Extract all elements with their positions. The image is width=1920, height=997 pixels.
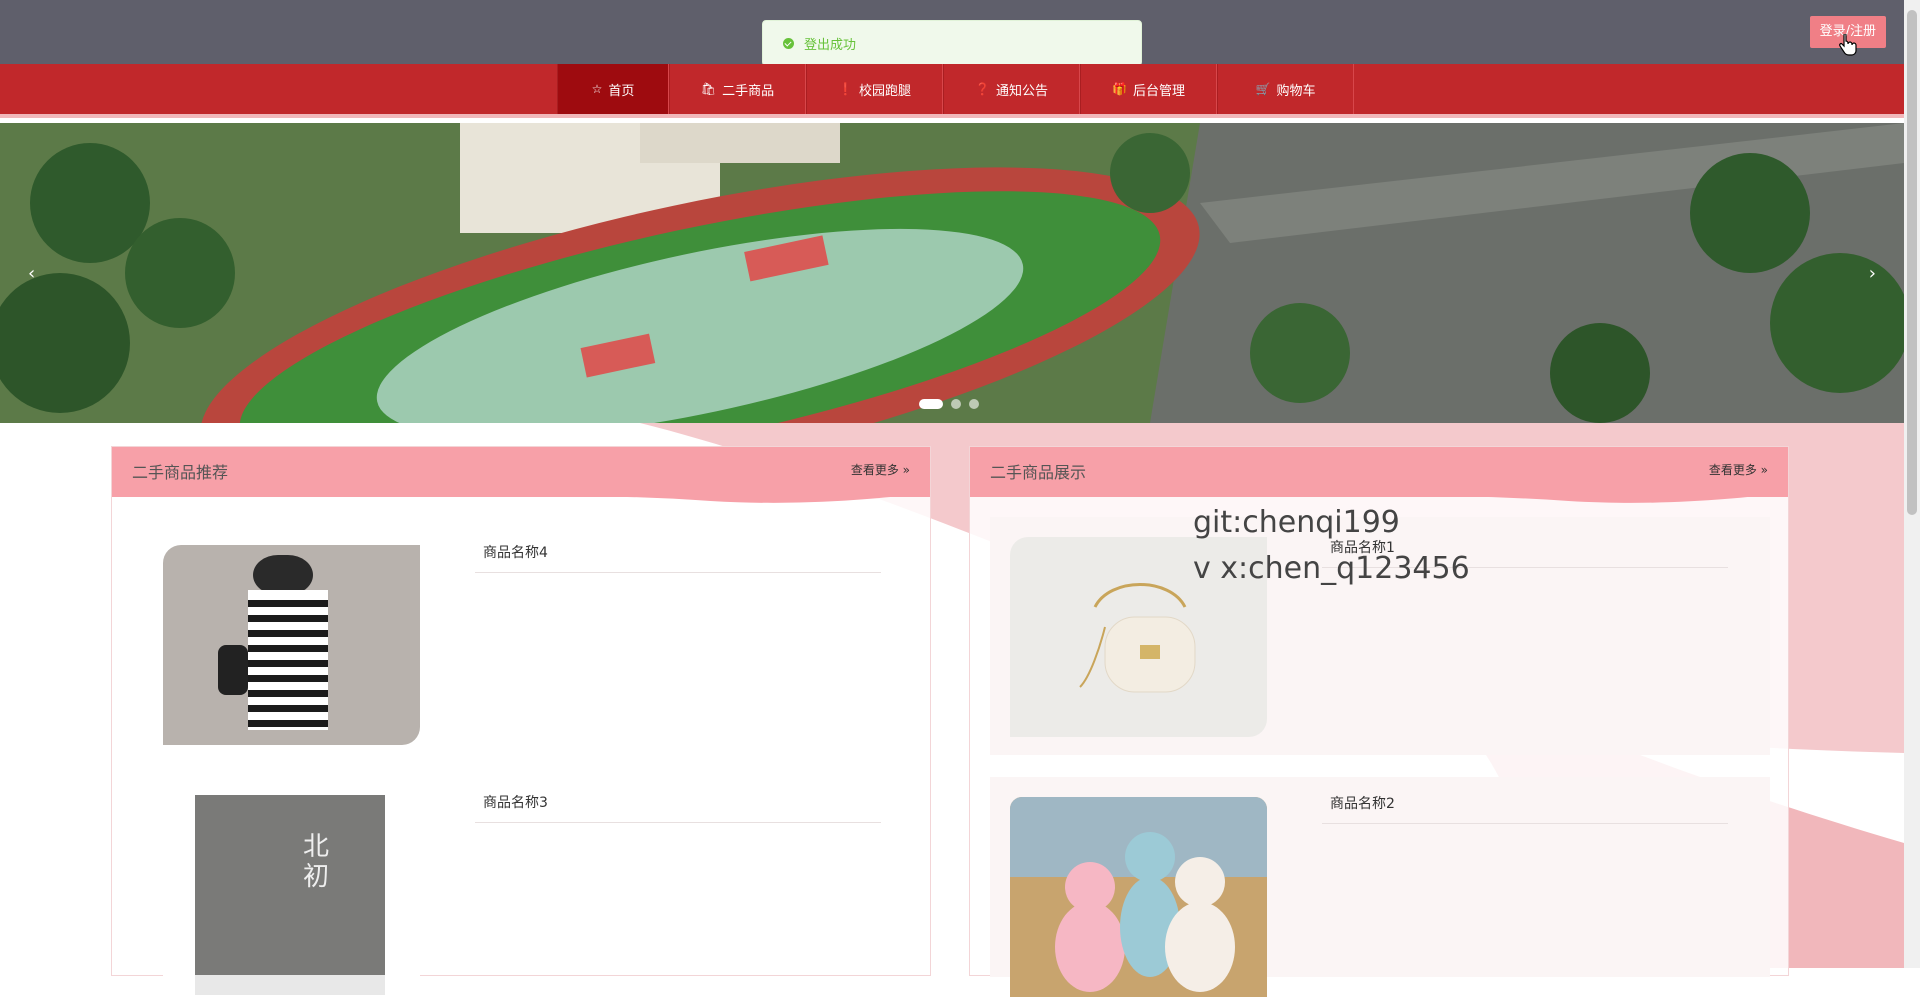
carousel-dot[interactable] bbox=[969, 399, 979, 409]
gift-icon: 🎁 bbox=[1112, 82, 1127, 96]
nav-label: 二手商品 bbox=[722, 83, 775, 99]
panel-header: 二手商品展示 查看更多 » bbox=[970, 447, 1788, 503]
nav-label: 购物车 bbox=[1276, 83, 1316, 99]
nav-label: 首页 bbox=[608, 83, 635, 99]
svg-text:北: 北 bbox=[303, 832, 329, 862]
panel-title: 二手商品推荐 bbox=[132, 463, 229, 482]
product-image[interactable] bbox=[1010, 797, 1267, 997]
bag-icon: 🛍 bbox=[700, 82, 717, 96]
nav-item-cart[interactable]: 🛒 购物车 bbox=[1217, 64, 1354, 114]
toast-text: 登出成功 bbox=[804, 37, 857, 53]
banner-carousel[interactable]: ‹ › bbox=[0, 123, 1904, 423]
star-icon: ☆ bbox=[591, 82, 603, 96]
panel-header: 二手商品推荐 查看更多 » bbox=[112, 447, 930, 503]
nav-item-secondhand[interactable]: 🛍 二手商品 bbox=[669, 64, 806, 114]
question-icon: ❓ bbox=[975, 82, 990, 96]
success-icon bbox=[783, 37, 794, 49]
watermark-line: git:chenqi199 bbox=[1193, 505, 1400, 540]
panel-title: 二手商品展示 bbox=[990, 463, 1087, 482]
nav-label: 通知公告 bbox=[995, 83, 1048, 99]
watermark-text: git:chenqi199 v x:chen_q123456 bbox=[1193, 500, 1470, 592]
toast-message: 登出成功 bbox=[762, 20, 1142, 66]
banner-image bbox=[0, 123, 1904, 423]
svg-text:初: 初 bbox=[303, 862, 329, 892]
exclamation-icon: ❗ bbox=[838, 82, 853, 96]
carousel-dot[interactable] bbox=[951, 399, 961, 409]
nav-label: 校园跑腿 bbox=[858, 83, 911, 99]
product-name[interactable]: 商品名称4 bbox=[475, 534, 881, 573]
view-more-link[interactable]: 查看更多 » bbox=[851, 461, 910, 478]
nav-menu: ☆ 首页 🛍 二手商品 ❗ 校园跑腿 ❓ 通知公告 🎁 后台管理 🛒 购物车 bbox=[557, 64, 1354, 114]
carousel-indicators bbox=[919, 399, 979, 409]
product-image[interactable] bbox=[163, 545, 420, 745]
nav-label: 后台管理 bbox=[1132, 83, 1185, 99]
watermark-line: v x:chen_q123456 bbox=[1193, 551, 1470, 586]
product-name[interactable]: 商品名称2 bbox=[1322, 785, 1728, 824]
carousel-dot[interactable] bbox=[919, 399, 943, 409]
scrollbar-thumb[interactable] bbox=[1907, 10, 1917, 515]
nav-item-admin[interactable]: 🎁 后台管理 bbox=[1080, 64, 1217, 114]
product-image[interactable]: 北初 bbox=[163, 795, 420, 995]
header-wave bbox=[112, 489, 930, 503]
nav-item-home[interactable]: ☆ 首页 bbox=[557, 64, 669, 114]
product-name[interactable]: 商品名称3 bbox=[475, 784, 881, 823]
hand-cursor-icon bbox=[1839, 34, 1857, 56]
main-navbar: ☆ 首页 🛍 二手商品 ❗ 校园跑腿 ❓ 通知公告 🎁 后台管理 🛒 购物车 bbox=[0, 64, 1904, 118]
chevron-left-icon[interactable]: ‹ bbox=[28, 263, 35, 284]
cart-icon: 🛒 bbox=[1255, 82, 1271, 96]
nav-item-errand[interactable]: ❗ 校园跑腿 bbox=[806, 64, 943, 114]
view-more-link[interactable]: 查看更多 » bbox=[1709, 461, 1768, 478]
page-scrollbar[interactable] bbox=[1904, 0, 1920, 968]
recommend-panel: 二手商品推荐 查看更多 » 商品名称4 北初 商品名称3 bbox=[111, 446, 931, 995]
nav-item-notice[interactable]: ❓ 通知公告 bbox=[943, 64, 1080, 114]
chevron-right-icon[interactable]: › bbox=[1869, 263, 1876, 284]
